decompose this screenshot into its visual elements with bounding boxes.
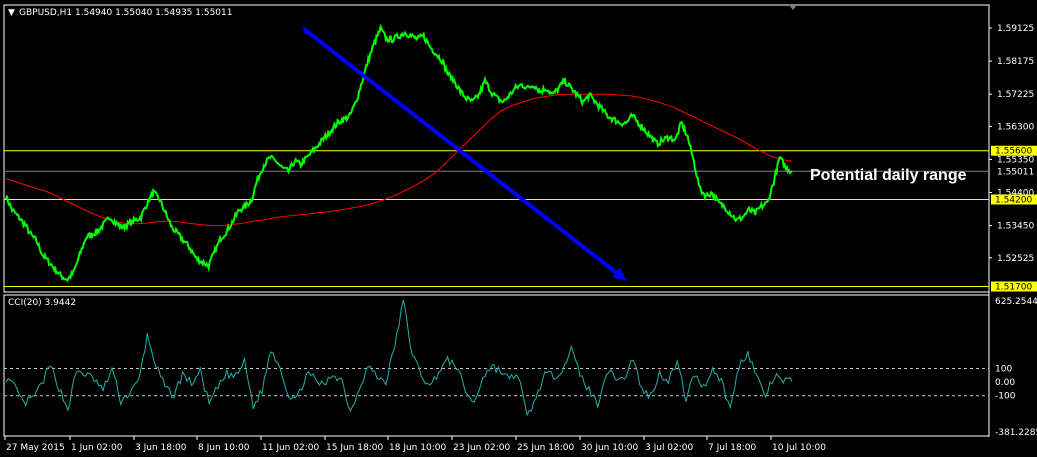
time-tick-label: 1 Jun 02:00 [71,443,123,453]
time-tick-label: 10 Jul 10:00 [772,443,826,453]
time-tick-label: 8 Jun 10:00 [198,443,250,453]
symbol-dropdown-icon[interactable]: ▼ [8,8,15,18]
cci-series [5,299,793,417]
time-tick-label: 15 Jun 18:00 [326,443,383,453]
time-tick-label: 11 Jun 02:00 [262,443,319,453]
price-tick-label: 1.59125 [997,24,1034,34]
price-tick-label: 1.58175 [997,57,1034,67]
level-price-label: 1.55600 [995,147,1032,157]
cci-tick-label: -381.2285 [995,428,1037,438]
annotation-text: Potential daily range [810,167,967,184]
time-axis: 27 May 2015 1 Jun 02:00 3 Jun 18:00 8 Jun 1… [4,436,826,453]
price-line [5,23,793,283]
time-tick-label: 3 Jun 18:00 [135,443,187,453]
indicator-panel-frame [3,294,990,437]
level-price-label: 1.54200 [995,195,1032,205]
cci-tick-label: 625.2544 [995,297,1037,307]
time-tick-label: 30 Jun 10:00 [581,443,638,453]
indicator-header: CCI(20) 3.9442 [8,298,76,308]
symbol-header: GBPUSD,H1 1.54940 1.55040 1.54935 1.5501… [19,8,232,18]
cci-tick-label: 0.00 [995,378,1015,388]
time-tick-label: 25 Jun 18:00 [517,443,574,453]
price-series [5,23,793,283]
time-tick-label: 7 Jul 18:00 [708,443,757,453]
price-tick-label: 1.56300 [997,122,1034,132]
level-price-label: 1.51700 [995,283,1032,293]
price-tick-label: 1.55350 [997,155,1034,165]
trend-arrow[interactable] [301,26,627,281]
current-price-label: 1.55011 [997,167,1034,177]
cci-axis: 625.2544 100 0.00 -100 -381.2285 [995,297,1037,438]
chart-shift-marker-icon[interactable] [789,5,797,10]
cci-tick-label: 100 [995,364,1012,374]
cci-line [5,299,793,417]
price-tick-label: 1.52525 [997,254,1034,264]
cci-tick-label: -100 [995,392,1016,402]
time-tick-label: 3 Jul 02:00 [645,443,694,453]
moving-average [5,93,793,227]
price-tick-label: 1.53450 [997,222,1034,232]
time-tick-label: 18 Jun 10:00 [389,443,446,453]
price-panel-frame [3,4,990,293]
price-tick-label: 1.57225 [997,90,1034,100]
ma-line [5,93,793,227]
time-tick-label: 27 May 2015 [6,443,65,453]
price-axis: 1.591251.581751.572251.563001.553501.544… [989,24,1037,293]
time-tick-label: 23 Jun 02:00 [453,443,510,453]
trading-chart: ▼ GBPUSD,H1 1.54940 1.55040 1.54935 1.55… [3,4,1037,453]
